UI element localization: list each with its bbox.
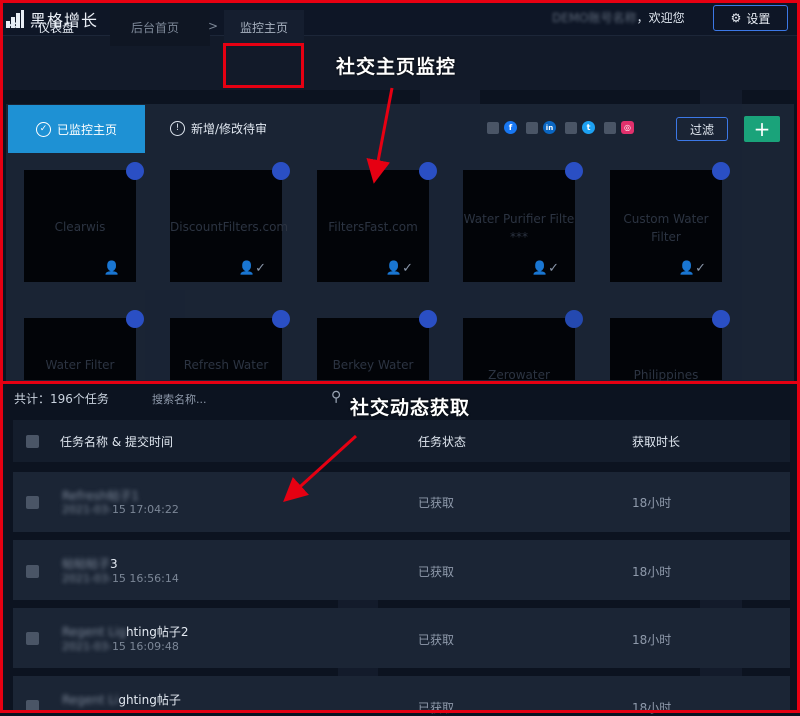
annotation-label-bottom: 社交动态获取	[350, 397, 471, 419]
annotation-label-top: 社交主页监控	[336, 56, 457, 78]
annotation-arrow-bottom	[283, 434, 358, 503]
annotation-arrow-top	[366, 87, 394, 184]
annotation-arrows	[283, 87, 394, 503]
